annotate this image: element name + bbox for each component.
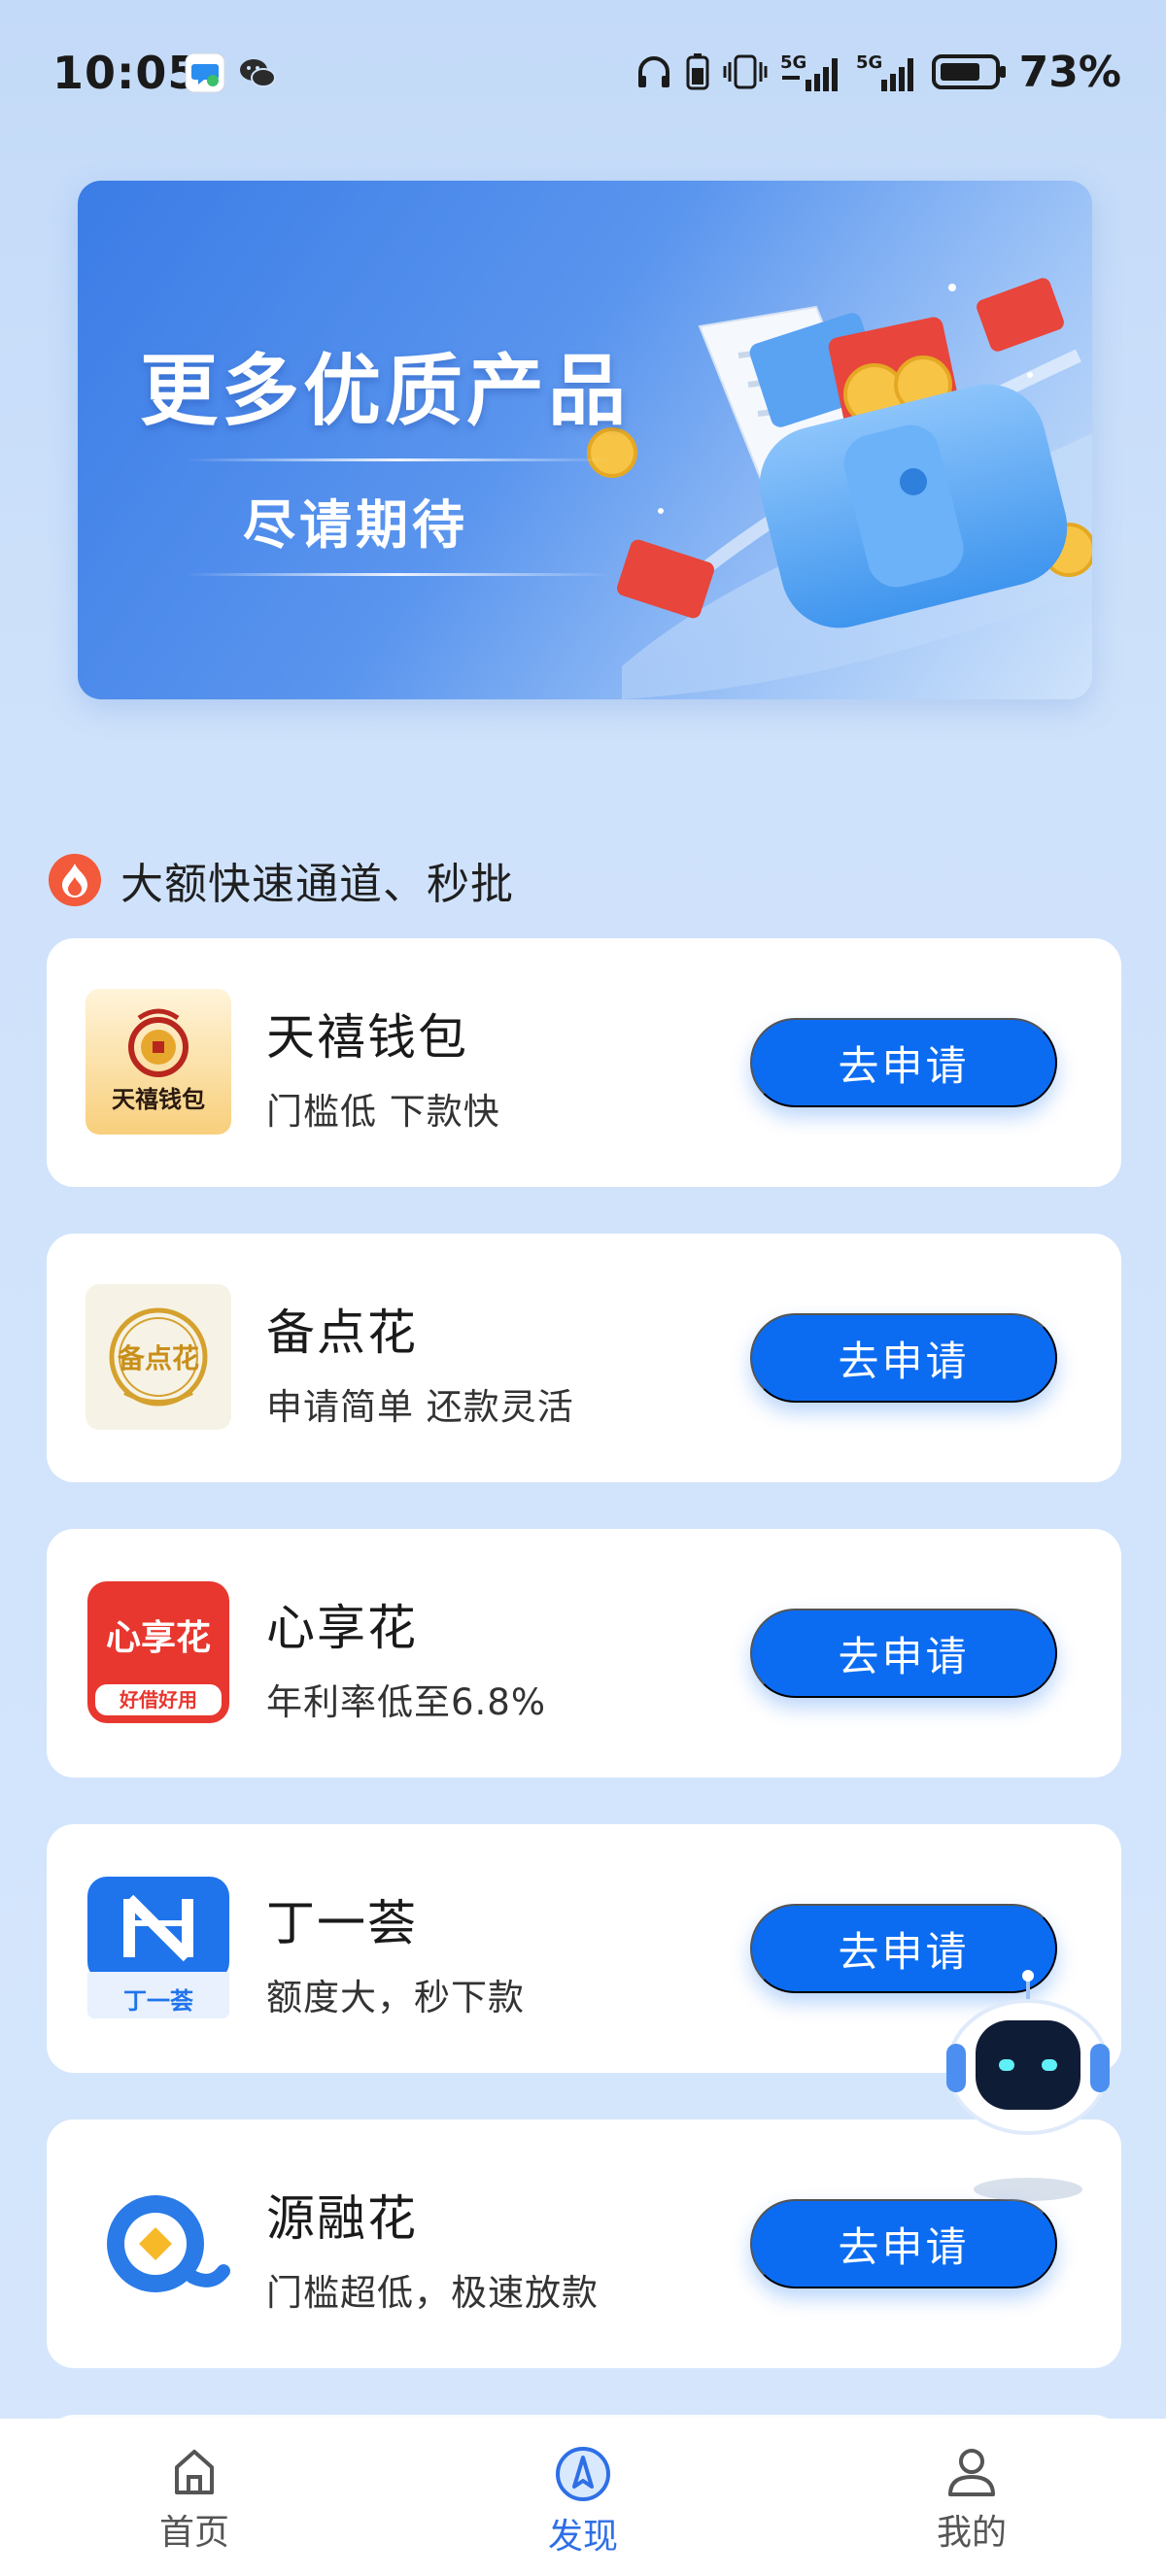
product-desc: 申请简单 还款灵活 <box>266 1386 574 1428</box>
svg-text:天禧钱包: 天禧钱包 <box>112 1086 205 1113</box>
banner-title: 更多优质产品 <box>140 346 630 436</box>
product-name: 丁一荟 <box>266 1895 418 1951</box>
product-name: 心享花 <box>266 1600 418 1656</box>
robot-assistant-icon[interactable] <box>941 1966 1115 2219</box>
product-desc: 门槛超低，极速放款 <box>266 2272 599 2314</box>
status-time: 10:05 <box>52 47 200 99</box>
status-bar: 10:05 5G 5G 73% <box>0 0 1166 146</box>
nav-label: 发现 <box>547 2517 618 2557</box>
promo-banner[interactable]: 更多优质产品 尽请期待 <box>78 181 1092 699</box>
yuanronghua-logo <box>86 2170 231 2316</box>
headphones-icon <box>637 56 669 87</box>
message-app-icon <box>185 52 225 93</box>
nav-label: 我的 <box>936 2513 1007 2553</box>
product-card[interactable]: 天禧钱包 天禧钱包 门槛低 下款快 去申请 <box>47 938 1121 1187</box>
svg-text:丁一荟: 丁一荟 <box>123 1987 193 2015</box>
dingyihui-logo: 丁一荟 <box>86 1875 231 2020</box>
product-name: 备点花 <box>266 1305 418 1361</box>
bottom-nav: 首页 发现 我的 <box>0 2419 1166 2576</box>
compass-icon <box>556 2447 610 2501</box>
status-icons: 5G 5G 73% <box>634 45 1121 99</box>
section-title: 大额快速通道、秒批 <box>120 860 514 909</box>
vibrate-icon <box>723 54 768 89</box>
svg-text:备点花: 备点花 <box>117 1342 199 1374</box>
nav-label: 首页 <box>158 2513 229 2553</box>
product-name: 天禧钱包 <box>266 1009 468 1066</box>
product-desc: 额度大，秒下款 <box>266 1977 525 2018</box>
banner-subtitle: 尽请期待 <box>243 494 468 556</box>
battery-icon <box>931 54 1006 89</box>
battery-percent: 73% <box>1018 47 1121 97</box>
signal-icon: 5G <box>780 52 838 91</box>
xinxianghua-logo: 心享花 好借好用 <box>86 1579 231 1725</box>
user-icon <box>948 2449 995 2496</box>
product-name: 源融花 <box>266 2190 418 2247</box>
apply-button[interactable]: 去申请 <box>750 1018 1057 1107</box>
svg-text:5G: 5G <box>780 52 806 73</box>
product-card[interactable]: 备点花 备点花 申请简单 还款灵活 去申请 <box>47 1234 1121 1482</box>
wechat-icon <box>240 59 276 87</box>
tianxi-wallet-logo: 天禧钱包 <box>86 989 231 1135</box>
apply-button[interactable]: 去申请 <box>750 1609 1057 1698</box>
beidianhua-logo: 备点花 <box>86 1284 231 1430</box>
banner-divider <box>185 458 612 461</box>
nav-item-discover[interactable]: 发现 <box>389 2419 777 2576</box>
signal-icon: 5G <box>856 52 913 91</box>
home-icon <box>175 2450 214 2494</box>
svg-text:好借好用: 好借好用 <box>119 1688 197 1712</box>
product-desc: 门槛低 下款快 <box>266 1091 500 1133</box>
product-card[interactable]: 心享花 好借好用 心享花 年利率低至6.8% 去申请 <box>47 1529 1121 1778</box>
fire-icon <box>49 854 101 906</box>
nav-item-home[interactable]: 首页 <box>0 2419 389 2576</box>
product-desc: 年利率低至6.8% <box>266 1681 546 1723</box>
nav-item-profile[interactable]: 我的 <box>777 2419 1166 2576</box>
banner-divider <box>185 573 612 576</box>
svg-text:5G: 5G <box>856 52 882 73</box>
section-header: 大额快速通道、秒批 <box>49 851 514 909</box>
apply-button[interactable]: 去申请 <box>750 1313 1057 1403</box>
battery-saver-icon <box>686 53 709 90</box>
svg-text:心享花: 心享花 <box>106 1618 211 1658</box>
